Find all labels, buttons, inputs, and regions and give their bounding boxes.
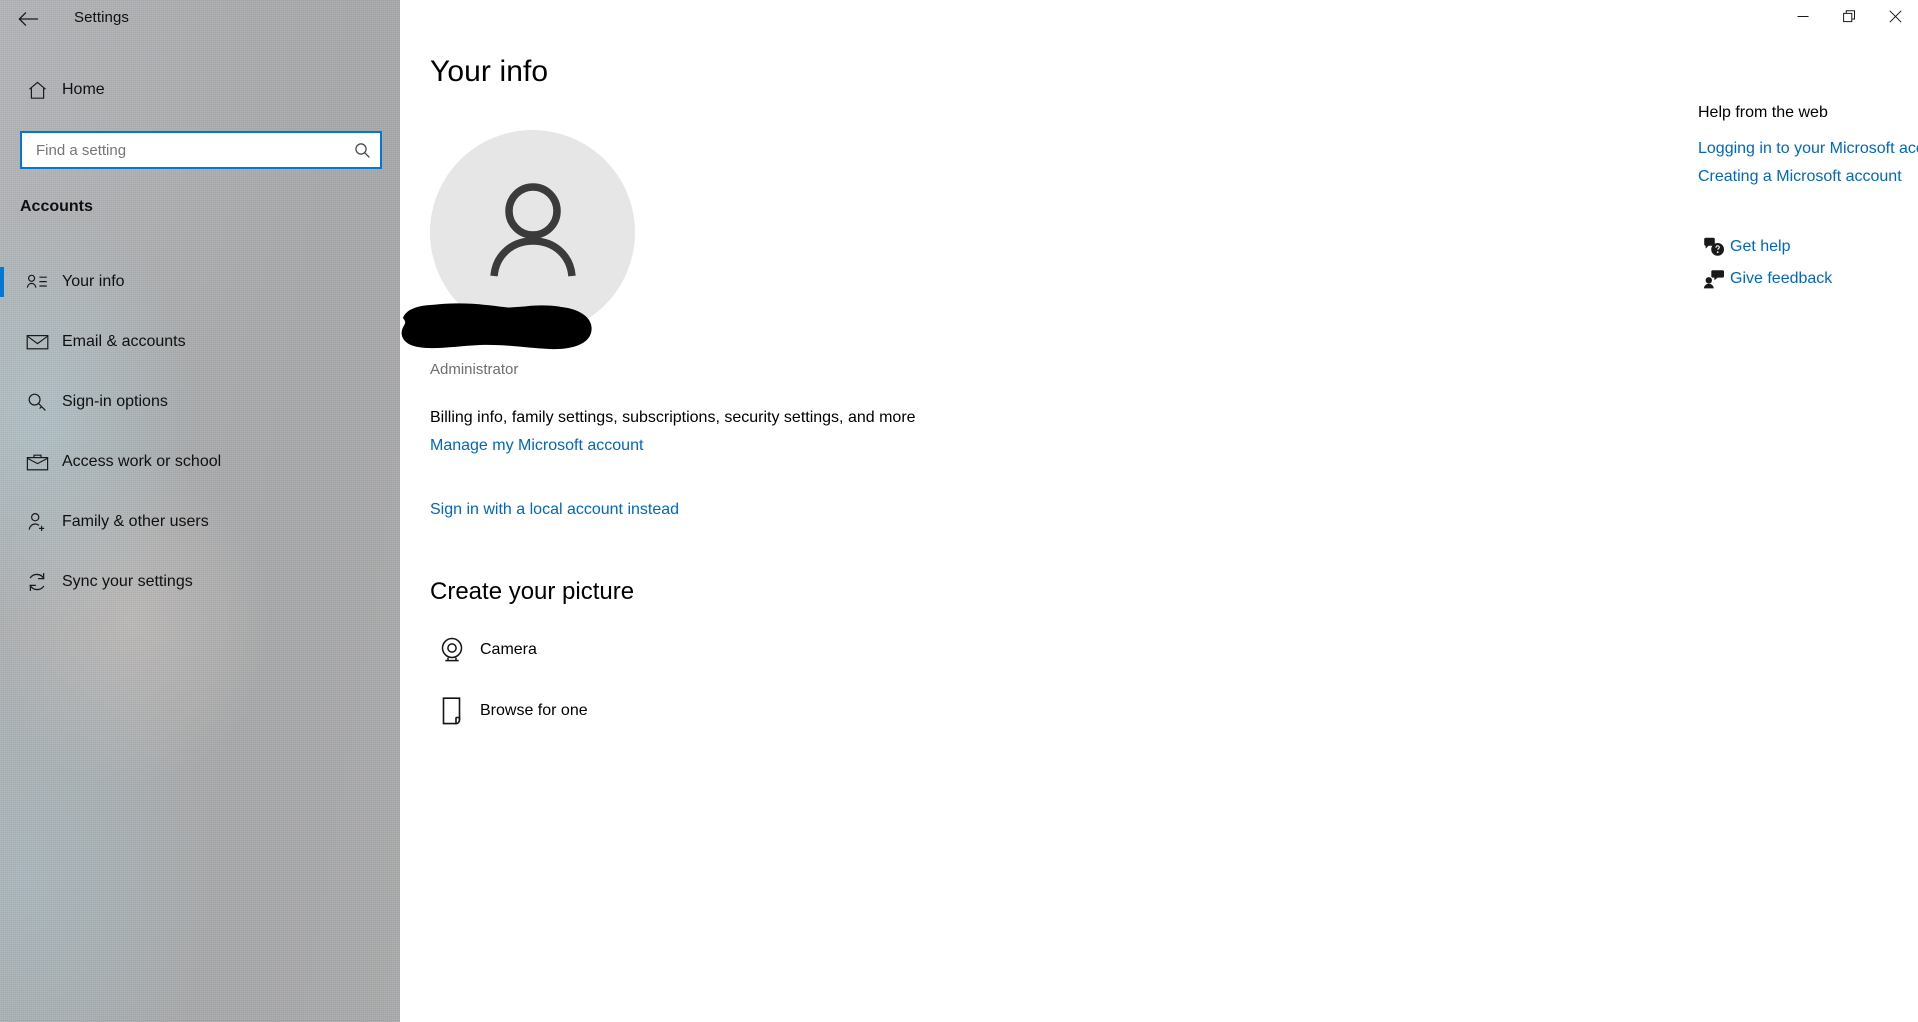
restore-icon [1842, 9, 1856, 23]
sidebar-item-home[interactable]: Home [0, 68, 400, 112]
help-panel: Help from the web Logging in to your Mic… [1698, 0, 1918, 1022]
back-arrow-icon [18, 11, 39, 27]
settings-window: Home Accounts Your info Email & accounts… [0, 0, 1918, 1022]
help-link-creating-account[interactable]: Creating a Microsoft account [1698, 168, 1902, 186]
minimize-button[interactable] [1780, 0, 1826, 32]
app-title: Settings [74, 9, 129, 26]
sidebar-item-sign-in-options[interactable]: Sign-in options [0, 380, 400, 424]
main-content: Your info Administrator Billing info, fa… [400, 0, 1918, 1022]
document-icon [430, 695, 474, 727]
camera-option[interactable]: Camera [430, 628, 537, 672]
envelope-icon [14, 333, 60, 351]
search-icon[interactable] [344, 133, 380, 167]
selection-indicator [0, 267, 4, 297]
window-controls [1780, 0, 1918, 32]
back-button[interactable] [8, 2, 48, 36]
close-icon [1888, 9, 1902, 23]
help-link-logging-in[interactable]: Logging in to your Microsoft account [1698, 140, 1918, 158]
sidebar-item-list: Your info Email & accounts Sign-in optio… [0, 260, 400, 620]
home-icon [14, 80, 60, 101]
sync-icon [14, 571, 60, 593]
account-role: Administrator [430, 361, 519, 378]
sidebar: Home Accounts Your info Email & accounts… [0, 0, 400, 1022]
search-box[interactable] [20, 131, 382, 169]
close-button[interactable] [1872, 0, 1918, 32]
sidebar-item-family-other-users[interactable]: Family & other users [0, 500, 400, 544]
get-help-label: Get help [1730, 238, 1791, 255]
sign-in-local-account-link[interactable]: Sign in with a local account instead [430, 501, 679, 519]
camera-option-label: Camera [480, 641, 537, 658]
sidebar-item-home-label: Home [62, 81, 105, 98]
feedback-person-icon [1698, 269, 1730, 289]
sidebar-group-title: Accounts [20, 198, 93, 215]
sidebar-item-label: Sign-in options [62, 393, 168, 410]
sidebar-item-label: Your info [62, 273, 125, 290]
briefcase-icon [14, 452, 60, 472]
billing-description: Billing info, family settings, subscript… [430, 409, 916, 426]
browse-option-label: Browse for one [480, 702, 588, 719]
manage-microsoft-account-link[interactable]: Manage my Microsoft account [430, 437, 643, 455]
user-card-icon [14, 272, 60, 292]
maximize-restore-button[interactable] [1826, 0, 1872, 32]
sidebar-item-your-info[interactable]: Your info [0, 260, 400, 304]
sidebar-item-access-work-school[interactable]: Access work or school [0, 440, 400, 484]
browse-option[interactable]: Browse for one [430, 689, 588, 733]
give-feedback-action[interactable]: Give feedback [1698, 265, 1832, 293]
sidebar-item-label: Sync your settings [62, 573, 193, 590]
sidebar-item-label: Access work or school [62, 453, 222, 470]
get-help-action[interactable]: Get help [1698, 233, 1790, 261]
sidebar-item-label: Family & other users [62, 513, 209, 530]
account-name-redaction [400, 300, 596, 352]
sidebar-item-sync-your-settings[interactable]: Sync your settings [0, 560, 400, 604]
sidebar-item-email-accounts[interactable]: Email & accounts [0, 320, 400, 364]
chat-question-icon [1698, 237, 1730, 257]
webcam-icon [430, 635, 474, 665]
search-input[interactable] [22, 141, 344, 159]
help-panel-title: Help from the web [1698, 104, 1828, 121]
sidebar-item-label: Email & accounts [62, 333, 186, 350]
minimize-icon [1797, 10, 1809, 22]
default-user-avatar-icon [482, 180, 584, 285]
create-picture-title: Create your picture [430, 578, 635, 605]
page-title: Your info [430, 55, 549, 88]
key-icon [14, 391, 60, 413]
give-feedback-label: Give feedback [1730, 270, 1833, 287]
user-add-icon [14, 511, 60, 533]
